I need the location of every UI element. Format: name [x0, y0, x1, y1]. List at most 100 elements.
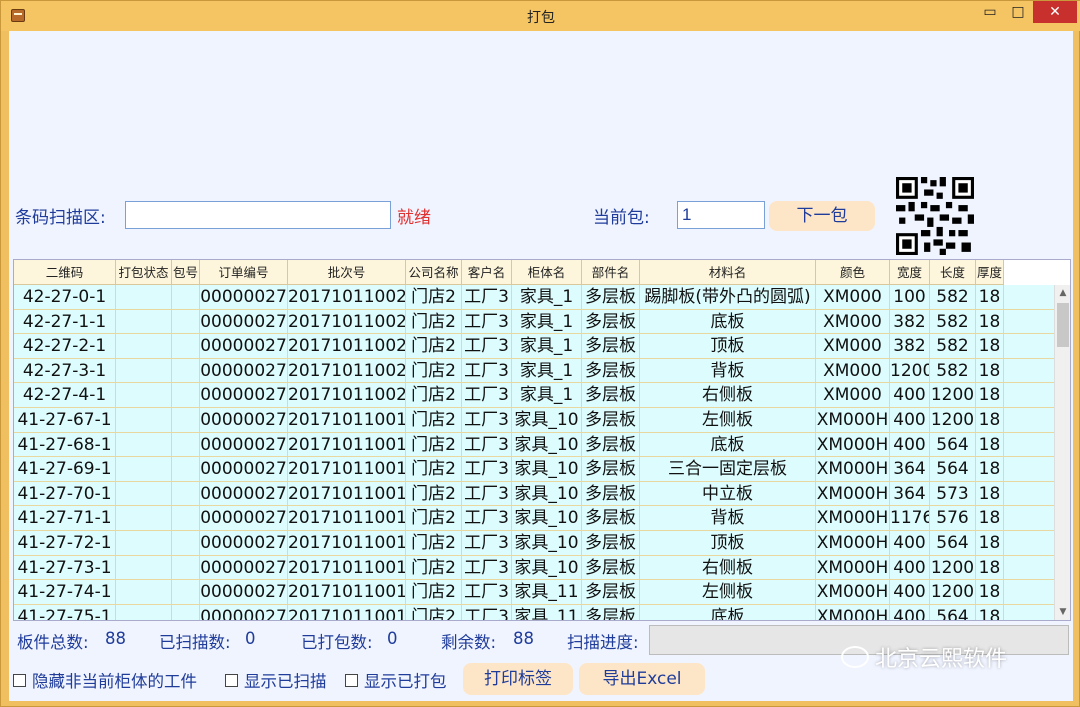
table-cell: 门店2: [406, 555, 462, 581]
table-row[interactable]: 41-27-67-1 00000027 20171011001 门店2 工厂3 家具_10…: [14, 407, 1054, 433]
show-scanned-checkbox[interactable]: 显示已扫描: [225, 668, 327, 692]
checkbox-icon[interactable]: [345, 673, 358, 687]
current-package-input[interactable]: [677, 201, 765, 229]
minimize-button[interactable]: ▭: [977, 1, 1003, 23]
column-header[interactable]: 批次号: [288, 260, 406, 285]
table-row[interactable]: 42-27-4-1 00000027 20171011002 门店2 工厂3 家具_1 多层…: [14, 383, 1054, 408]
checkbox-icon[interactable]: [13, 673, 26, 687]
table-cell: 多层板: [582, 530, 640, 556]
table-cell: 中立板: [640, 481, 816, 507]
table-cell: 家具_10: [512, 457, 582, 482]
column-header[interactable]: 部件名: [582, 260, 640, 285]
watermark-text: 北京云熙软件: [875, 647, 1008, 672]
total-count-value: 88: [105, 629, 126, 648]
table-row[interactable]: 41-27-75-1 00000027 20171011001 门店2 工厂3 家具_11…: [14, 604, 1054, 620]
table-cell: 00000027: [200, 285, 288, 310]
table-row[interactable]: 41-27-74-1 00000027 20171011001 门店2 工厂3 家具_11…: [14, 580, 1054, 605]
table-row[interactable]: 41-27-71-1 00000027 20171011001 门店2 工厂3 家具_10…: [14, 506, 1054, 531]
table-cell: 门店2: [406, 407, 462, 433]
table-cell: 42-27-3-1: [14, 358, 116, 384]
column-header[interactable]: 打包状态: [116, 260, 172, 285]
table-cell: 1176: [890, 506, 930, 531]
table-row[interactable]: 42-27-1-1 00000027 20171011002 门店2 工厂3 家具_1 多层…: [14, 309, 1054, 335]
title-bar[interactable]: 打包 ▭ □ ✕: [1, 1, 1080, 31]
scan-status-text: 就绪: [397, 208, 431, 228]
table-cell: 00000027: [200, 506, 288, 531]
table-row[interactable]: 42-27-2-1 00000027 20171011002 门店2 工厂3 家具_1 多层…: [14, 334, 1054, 359]
table-cell: 工厂3: [462, 604, 512, 620]
parts-table[interactable]: 二维码 打包状态 包号 订单编号 批次号 公司名称 客户名 柜体名 部件名 材料名 颜色 宽度 长度 厚度…: [13, 259, 1071, 621]
table-cell: 工厂3: [462, 358, 512, 384]
table-cell: 工厂3: [462, 580, 512, 605]
table-cell: [116, 506, 172, 531]
table-cell: 门店2: [406, 530, 462, 556]
table-row[interactable]: 42-27-0-1 00000027 20171011002 门店2 工厂3 家具_1 多层…: [14, 285, 1054, 310]
table-row[interactable]: 41-27-68-1 00000027 20171011001 门店2 工厂3 家具_10…: [14, 432, 1054, 458]
barcode-scan-input[interactable]: [125, 201, 391, 229]
table-cell: 41-27-68-1: [14, 432, 116, 458]
window-title: 打包: [527, 10, 555, 26]
scrollbar-thumb[interactable]: [1057, 303, 1069, 347]
table-cell: 家具_10: [512, 506, 582, 531]
column-header[interactable]: 颜色: [816, 260, 890, 285]
table-cell: 42-27-0-1: [14, 285, 116, 310]
column-header[interactable]: 公司名称: [406, 260, 462, 285]
column-header[interactable]: 材料名: [640, 260, 816, 285]
table-cell: 00000027: [200, 383, 288, 408]
column-header[interactable]: 柜体名: [512, 260, 582, 285]
show-packed-label: 显示已打包: [364, 672, 447, 691]
table-cell: 工厂3: [462, 309, 512, 335]
column-header[interactable]: 长度: [930, 260, 976, 285]
table-row[interactable]: 41-27-70-1 00000027 20171011001 门店2 工厂3 家具_10…: [14, 481, 1054, 507]
maximize-button[interactable]: □: [1005, 1, 1031, 23]
column-header[interactable]: 厚度: [976, 260, 1004, 285]
table-cell: 400: [890, 383, 930, 408]
table-row[interactable]: 41-27-73-1 00000027 20171011001 门店2 工厂3 家具_10…: [14, 555, 1054, 581]
column-header[interactable]: 宽度: [890, 260, 930, 285]
scroll-down-icon[interactable]: ▼: [1055, 604, 1070, 620]
table-cell: 工厂3: [462, 432, 512, 458]
table-cell: 工厂3: [462, 285, 512, 310]
watermark: 北京云熙软件: [841, 641, 1007, 673]
print-label-button[interactable]: 打印标签: [463, 663, 573, 695]
table-cell: XM000H: [816, 506, 890, 531]
table-row[interactable]: 41-27-72-1 00000027 20171011001 门店2 工厂3 家具_10…: [14, 530, 1054, 556]
show-packed-checkbox[interactable]: 显示已打包: [345, 668, 447, 692]
table-cell: 582: [930, 309, 976, 335]
table-row[interactable]: 41-27-69-1 00000027 20171011001 门店2 工厂3 家具_10…: [14, 457, 1054, 482]
vertical-scrollbar[interactable]: ▲ ▼: [1054, 285, 1070, 620]
table-cell: 工厂3: [462, 530, 512, 556]
table-cell: [172, 555, 200, 581]
table-cell: 18: [976, 358, 1004, 384]
table-cell: 18: [976, 481, 1004, 507]
table-row[interactable]: 42-27-3-1 00000027 20171011002 门店2 工厂3 家具_1 多层…: [14, 358, 1054, 384]
table-cell: 400: [890, 555, 930, 581]
table-cell: 20171011001: [288, 555, 406, 581]
table-cell: 573: [930, 481, 976, 507]
checkbox-icon[interactable]: [225, 673, 238, 687]
scroll-up-icon[interactable]: ▲: [1055, 285, 1070, 301]
column-header[interactable]: 客户名: [462, 260, 512, 285]
hide-other-cabinet-label: 隐藏非当前柜体的工件: [32, 672, 197, 691]
table-cell: 18: [976, 285, 1004, 310]
next-package-button[interactable]: 下一包: [769, 201, 875, 231]
close-button[interactable]: ✕: [1033, 1, 1077, 23]
table-cell: 20171011002: [288, 358, 406, 384]
table-cell: [172, 334, 200, 359]
table-cell: 18: [976, 309, 1004, 335]
table-cell: XM000: [816, 334, 890, 359]
table-cell: 右侧板: [640, 555, 816, 581]
table-cell: 42-27-2-1: [14, 334, 116, 359]
column-header[interactable]: 订单编号: [200, 260, 288, 285]
export-excel-button[interactable]: 导出Excel: [579, 663, 705, 695]
table-cell: [116, 334, 172, 359]
hide-other-cabinet-checkbox[interactable]: 隐藏非当前柜体的工件: [13, 668, 197, 692]
column-header[interactable]: 二维码: [14, 260, 116, 285]
table-cell: 家具_11: [512, 604, 582, 620]
table-cell: 工厂3: [462, 457, 512, 482]
table-cell: 工厂3: [462, 555, 512, 581]
column-header[interactable]: 包号: [172, 260, 200, 285]
table-cell: XM000: [816, 309, 890, 335]
scan-area-label: 条码扫描区:: [15, 208, 106, 228]
packed-count-value: 0: [387, 629, 398, 648]
